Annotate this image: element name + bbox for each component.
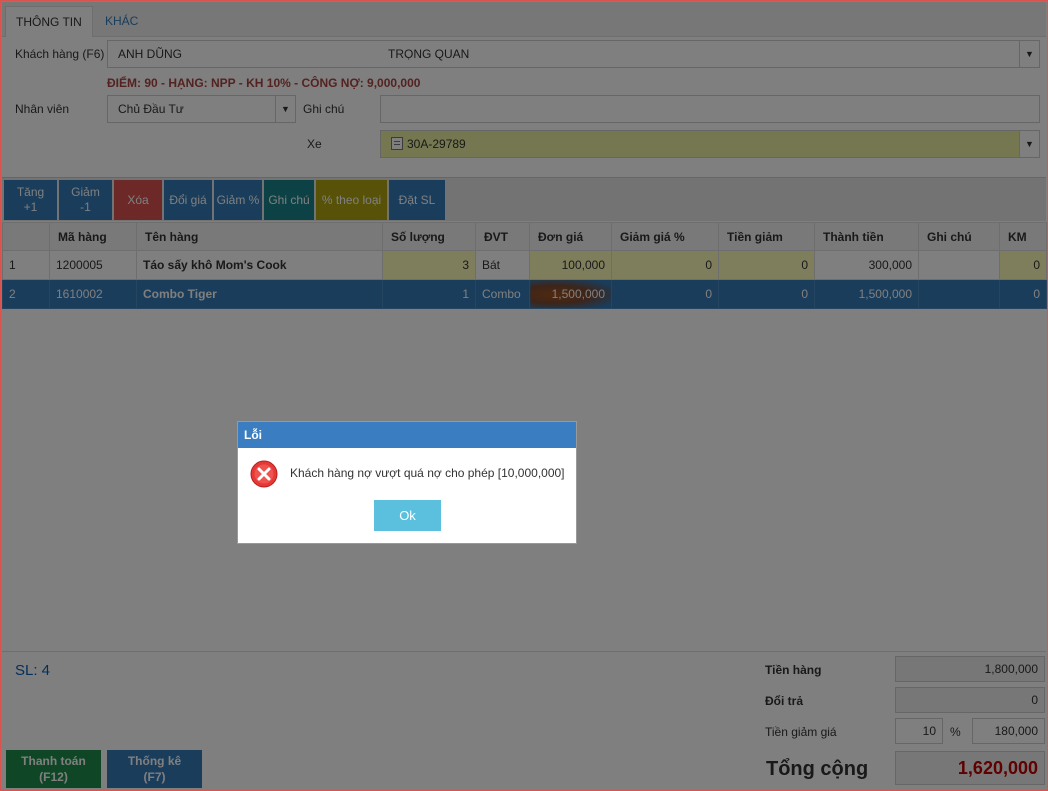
- error-dialog: Lỗi Khách hàng nợ vượt quá nợ cho phép […: [237, 421, 577, 544]
- dialog-title: Lỗi: [238, 422, 576, 448]
- ok-button[interactable]: Ok: [374, 500, 441, 531]
- dialog-message: Khách hàng nợ vượt quá nợ cho phép [10,0…: [290, 466, 565, 480]
- error-icon: [250, 460, 278, 488]
- modal-backdrop[interactable]: [1, 1, 1047, 790]
- pos-window: THÔNG TIN KHÁC Khách hàng (F6) ANH DŨNG …: [0, 0, 1048, 791]
